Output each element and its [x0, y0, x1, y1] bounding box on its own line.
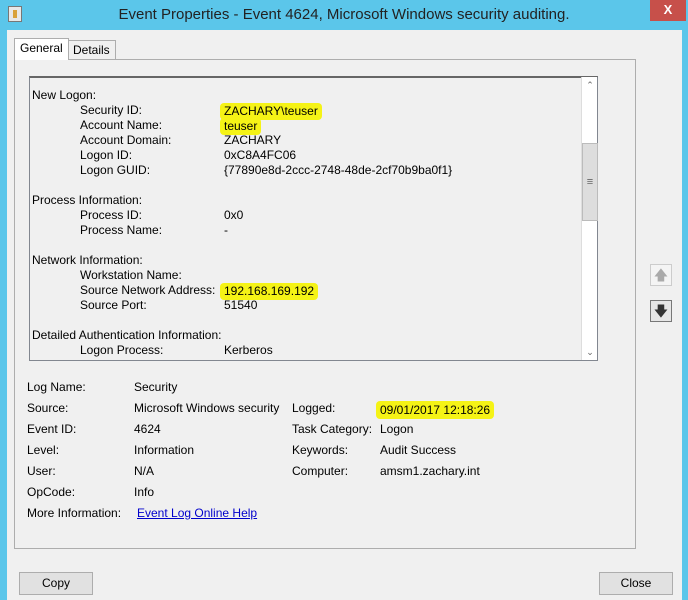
level-label: Level:: [27, 443, 60, 457]
field-label: Logon Process:: [80, 343, 164, 357]
field-value: ZACHARY: [224, 133, 282, 147]
field-label: Security ID:: [80, 103, 143, 117]
window-title: Event Properties - Event 4624, Microsoft…: [118, 6, 570, 23]
more-information-label: More Information:: [27, 506, 122, 520]
field-label: Logon ID:: [80, 148, 133, 162]
field-label: Authentication Package:: [80, 358, 209, 360]
computer-value: amsm1.zachary.int: [380, 464, 480, 478]
field-label: Logon GUID:: [80, 163, 151, 177]
field-label: Process Name:: [80, 223, 163, 237]
scroll-thumb[interactable]: ≡: [582, 143, 598, 221]
field-label: Account Name:: [80, 118, 163, 132]
scroll-up-icon[interactable]: ⌃: [582, 77, 598, 93]
user-value: N/A: [134, 464, 155, 478]
event-description-box[interactable]: New Logon: Security ID: ZACHARY\teuser Acco…: [29, 76, 598, 361]
next-event-button[interactable]: 🡇: [650, 300, 672, 322]
field-value: -: [224, 223, 228, 237]
opcode-label: OpCode:: [27, 485, 76, 499]
event-log-online-help-link[interactable]: Event Log Online Help: [137, 506, 257, 520]
scroll-down-icon[interactable]: ⌄: [582, 344, 598, 360]
field-label: Workstation Name:: [80, 268, 182, 282]
computer-label: Computer:: [292, 464, 349, 478]
field-value: Kerberos: [224, 358, 273, 360]
level-value: Information: [134, 443, 195, 457]
section-heading: Network Information:: [32, 253, 143, 267]
log-name-label: Log Name:: [27, 380, 86, 394]
field-label: Source Port:: [80, 298, 147, 312]
task-category-value: Logon: [380, 422, 414, 436]
keywords-label: Keywords:: [292, 443, 349, 457]
section-heading: Detailed Authentication Information:: [32, 328, 222, 342]
window-close-button[interactable]: X: [650, 0, 686, 21]
field-value: 0x0: [224, 208, 244, 222]
field-label: Account Domain:: [80, 133, 172, 147]
arrow-down-icon: 🡇: [653, 303, 669, 319]
close-button[interactable]: Close: [599, 572, 673, 595]
task-category-label: Task Category:: [292, 422, 373, 436]
log-name-value: Security: [134, 380, 178, 394]
source-value: Microsoft Windows security: [134, 401, 280, 415]
field-value: {77890e8d-2ccc-2748-48de-2cf70b9ba0f1}: [224, 163, 453, 177]
field-value: 51540: [224, 298, 258, 312]
section-heading: Process Information:: [32, 193, 143, 207]
title-bar: Event Properties - Event 4624, Microsoft…: [0, 0, 688, 30]
keywords-value: Audit Success: [380, 443, 457, 457]
description-scrollbar[interactable]: ⌃ ≡ ⌄: [581, 77, 598, 360]
user-label: User:: [27, 464, 56, 478]
copy-button[interactable]: Copy: [19, 572, 93, 595]
tab-details[interactable]: Details: [67, 40, 116, 60]
event-id-label: Event ID:: [27, 422, 77, 436]
opcode-value: Info: [134, 485, 155, 499]
field-value: 0xC8A4FC06: [224, 148, 297, 162]
source-label: Source:: [27, 401, 69, 415]
event-id-value: 4624: [134, 422, 161, 436]
field-label: Process ID:: [80, 208, 143, 222]
tab-general[interactable]: General: [14, 38, 69, 60]
field-label: Source Network Address:: [80, 283, 216, 297]
logged-value: 09/01/2017 12:18:26: [376, 401, 495, 419]
section-heading: New Logon:: [32, 88, 97, 102]
field-value: Kerberos: [224, 343, 273, 357]
arrow-up-icon: 🡅: [653, 267, 669, 283]
logged-label: Logged:: [292, 401, 336, 415]
previous-event-button[interactable]: 🡅: [650, 264, 672, 286]
